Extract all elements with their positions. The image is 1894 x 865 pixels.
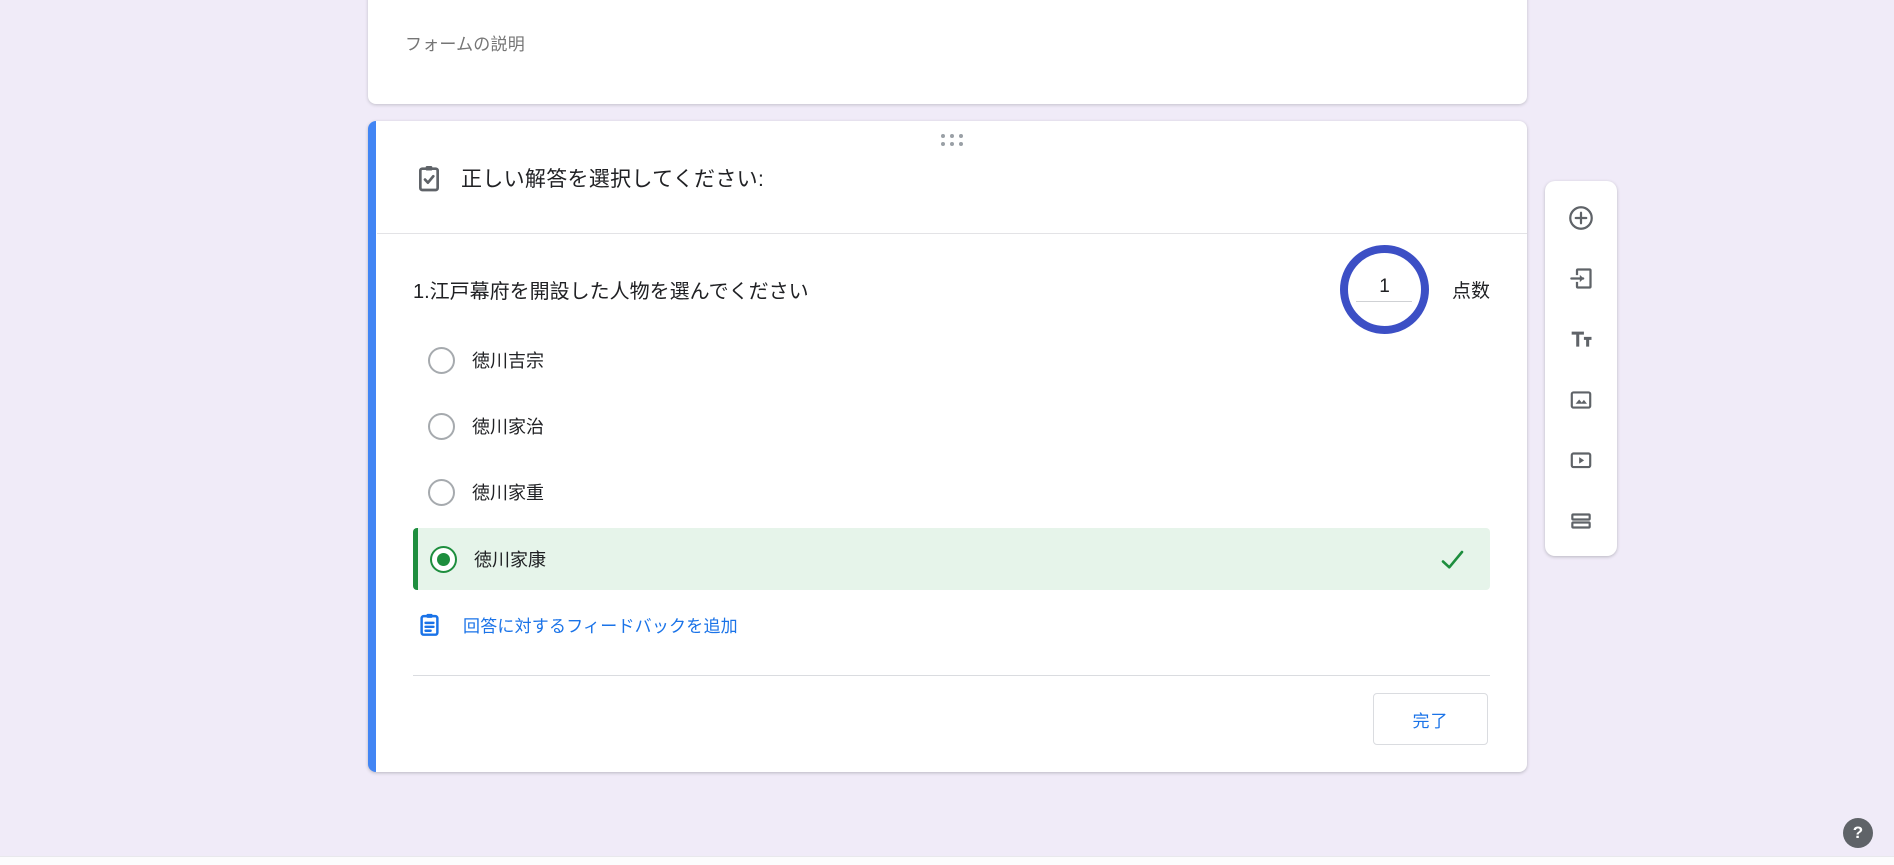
done-button[interactable]: 完了 [1373, 693, 1488, 745]
points-input[interactable]: 1 [1340, 245, 1429, 334]
video-icon [1568, 447, 1594, 473]
question-text: 1.江戸幕府を開設した人物を選んでください [413, 275, 1340, 304]
answer-key-title: 正しい解答を選択してください: [461, 163, 764, 193]
add-question-button[interactable] [1561, 198, 1601, 238]
add-image-button[interactable] [1561, 380, 1601, 420]
option-row[interactable]: 徳川吉宗 [413, 327, 1490, 393]
help-button[interactable]: ? [1843, 818, 1873, 848]
radio-selected-icon[interactable] [430, 546, 457, 573]
form-description-input[interactable]: フォームの説明 [405, 30, 525, 55]
add-section-button[interactable] [1561, 501, 1601, 541]
question-card: 正しい解答を選択してください: 1.江戸幕府を開設した人物を選んでください 1 … [368, 121, 1527, 772]
add-title-text-button[interactable] [1561, 319, 1601, 359]
option-label: 徳川家康 [474, 546, 546, 572]
section-icon [1568, 508, 1594, 534]
side-toolbar [1545, 181, 1617, 556]
add-video-button[interactable] [1561, 440, 1601, 480]
feedback-icon [416, 607, 443, 641]
header-divider [377, 233, 1527, 234]
footer-divider [413, 675, 1490, 676]
image-icon [1568, 387, 1594, 413]
import-questions-button[interactable] [1561, 259, 1601, 299]
import-questions-icon [1568, 265, 1595, 292]
correct-check-icon [1439, 546, 1466, 573]
option-label: 徳川家治 [472, 413, 544, 439]
add-feedback-link[interactable]: 回答に対するフィードバックを追加 [416, 605, 738, 643]
add-question-icon [1567, 204, 1595, 232]
points-label: 点数 [1452, 276, 1490, 303]
radio-unselected-icon[interactable] [428, 479, 455, 506]
option-row-correct[interactable]: 徳川家康 [413, 528, 1490, 590]
form-description-card: フォームの説明 [368, 0, 1527, 104]
radio-unselected-icon[interactable] [428, 413, 455, 440]
option-row[interactable]: 徳川家重 [413, 459, 1490, 525]
text-fields-icon [1567, 325, 1595, 353]
horizontal-scrollbar[interactable] [0, 856, 1894, 865]
answer-key-icon [413, 161, 445, 195]
options-list: 徳川吉宗 徳川家治 徳川家重 徳川家康 [413, 327, 1490, 590]
drag-handle[interactable] [941, 134, 963, 146]
option-row[interactable]: 徳川家治 [413, 393, 1490, 459]
radio-unselected-icon[interactable] [428, 347, 455, 374]
add-feedback-label: 回答に対するフィードバックを追加 [463, 612, 738, 637]
option-label: 徳川吉宗 [472, 347, 544, 373]
option-label: 徳川家重 [472, 479, 544, 505]
